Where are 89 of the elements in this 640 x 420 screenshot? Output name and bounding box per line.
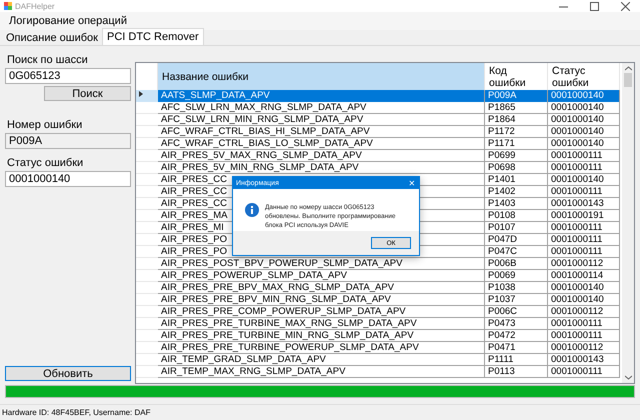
- tab[interactable]: PCI DTC Remover: [102, 28, 204, 45]
- table-cell: P1171: [485, 138, 548, 150]
- table-cell: 0001000111: [548, 330, 620, 342]
- table-cell: P0471: [485, 342, 548, 354]
- table-cell: P006C: [485, 306, 548, 318]
- field-label: Номер ошибки: [7, 119, 84, 131]
- table-cell: AIR_PRES_PRE_BPV_MAX_RNG_SLMP_DATA_APV: [158, 282, 485, 294]
- column-header[interactable]: Название ошибки: [158, 63, 485, 90]
- scroll-down-icon[interactable]: [624, 375, 632, 380]
- table-cell: P1038: [485, 282, 548, 294]
- menu-item[interactable]: Логирование операций: [6, 15, 130, 27]
- scroll-up-icon[interactable]: [624, 66, 632, 71]
- table-cell: P1401: [485, 174, 548, 186]
- table-cell: 0001000111: [548, 186, 620, 198]
- scroll-thumb[interactable]: [624, 73, 632, 87]
- table-cell: AIR_PRES_5V_MAX_RNG_SLMP_DATA_APV: [158, 150, 485, 162]
- row-pointer-icon: [139, 91, 143, 97]
- table-cell: P006B: [485, 258, 548, 270]
- error-status-field[interactable]: 0001000140: [5, 171, 131, 187]
- table-cell: P047D: [485, 234, 548, 246]
- table-cell: P0107: [485, 222, 548, 234]
- table-cell: P0069: [485, 270, 548, 282]
- table-cell: P1037: [485, 294, 548, 306]
- table-cell: 0001000143: [548, 198, 620, 210]
- table-cell: 0001000191: [548, 210, 620, 222]
- table-cell: P0472: [485, 330, 548, 342]
- table-cell: P009A: [485, 90, 548, 103]
- table-cell: P1402: [485, 186, 548, 198]
- status-text: Hardware ID: 48F45BEF, Username: DAF: [2, 408, 150, 417]
- table-cell: AIR_PRES_POST_BPV_POWERUP_SLMP_DATA_APV: [158, 258, 485, 270]
- window-title: DAFHelper: [15, 2, 55, 10]
- table-cell: P0108: [485, 210, 548, 222]
- table-cell: 0001000140: [548, 126, 620, 138]
- table-cell: 0001000140: [548, 102, 620, 114]
- table-cell: P1403: [485, 198, 548, 210]
- table-cell: 0001000140: [548, 294, 620, 306]
- search-field[interactable]: 0G065123: [5, 68, 131, 84]
- table-cell: 0001000112: [548, 258, 620, 270]
- table-cell: 0001000111: [548, 234, 620, 246]
- table-cell: AFC_WRAF_CTRL_BIAS_LO_SLMP_DATA_APV: [158, 138, 485, 150]
- table-cell: 0001000111: [548, 318, 620, 330]
- table-cell: 0001000112: [548, 342, 620, 354]
- search-button[interactable]: Поиск: [44, 86, 131, 101]
- table-cell: AIR_TEMP_GRAD_SLMP_DATA_APV: [158, 354, 485, 366]
- table-cell: 0001000114: [548, 270, 620, 282]
- table-cell: AIR_PRES_PRE_TURBINE_MIN_RNG_SLMP_DATA_APV: [158, 330, 485, 342]
- table-cell: AIR_PRES_PRE_BPV_MIN_RNG_SLMP_DATA_APV: [158, 294, 485, 306]
- table-cell: AIR_TEMP_MAX_RNG_SLMP_DATA_APV: [158, 366, 485, 378]
- scrollbar[interactable]: [622, 63, 634, 383]
- table-cell: 0001000112: [548, 306, 620, 318]
- table-cell: AFC_SLW_LRN_MIN_RNG_SLMP_DATA_APV: [158, 114, 485, 126]
- table-cell: 0001000140: [548, 282, 620, 294]
- table-cell: AIR_PRES_PRE_TURBINE_MAX_RNG_SLMP_DATA_APV: [158, 318, 485, 330]
- app-icon: [4, 2, 12, 10]
- table-cell: P047C: [485, 246, 548, 258]
- table-cell: P0698: [485, 162, 548, 174]
- table-cell: 0001000140: [548, 174, 620, 186]
- field-label: Поиск по шасси: [7, 54, 89, 66]
- table-cell: P1172: [485, 126, 548, 138]
- table-cell: 0001000111: [548, 366, 620, 378]
- table-cell: 0001000140: [548, 114, 620, 126]
- table-cell: P0699: [485, 150, 548, 162]
- table-cell: 0001000111: [548, 162, 620, 174]
- info-icon: [245, 203, 259, 217]
- table-cell: P1865: [485, 102, 548, 114]
- table-cell: 0001000140: [548, 90, 620, 103]
- maximize-icon[interactable]: [590, 2, 599, 10]
- table-cell: P0113: [485, 366, 548, 378]
- table-cell: AFC_WRAF_CTRL_BIAS_HI_SLMP_DATA_APV: [158, 126, 485, 138]
- table-cell: AIR_PRES_PRE_COMP_POWERUP_SLMP_DATA_APV: [158, 306, 485, 318]
- table-cell: AIR_PRES_5V_MIN_RNG_SLMP_DATA_APV: [158, 162, 485, 174]
- close-icon[interactable]: [621, 2, 630, 10]
- table-cell: AIR_PRES_POWERUP_SLMP_DATA_APV: [158, 270, 485, 282]
- error-code-field[interactable]: P009A: [5, 133, 131, 149]
- table-cell: AATS_SLMP_DATA_APV: [158, 90, 485, 103]
- row-header[interactable]: [136, 90, 158, 103]
- field-label: Статус ошибки: [7, 157, 84, 169]
- table-cell: P1111: [485, 354, 548, 366]
- table-cell: P0473: [485, 318, 548, 330]
- table-cell: 0001000111: [548, 150, 620, 162]
- close-button[interactable]: ✕: [405, 178, 419, 188]
- table-cell: AFC_SLW_LRN_MAX_RNG_SLMP_DATA_APV: [158, 102, 485, 114]
- table-cell: 0001000143: [548, 354, 620, 366]
- table-cell: 0001000140: [548, 138, 620, 150]
- table-cell: 0001000111: [548, 246, 620, 258]
- table-cell: 0001000111: [548, 222, 620, 234]
- table-cell: P1864: [485, 114, 548, 126]
- table-cell: AIR_PRES_PRE_TURBINE_POWERUP_SLMP_DATA_APV: [158, 342, 485, 354]
- refresh-button[interactable]: Обновить: [5, 366, 131, 381]
